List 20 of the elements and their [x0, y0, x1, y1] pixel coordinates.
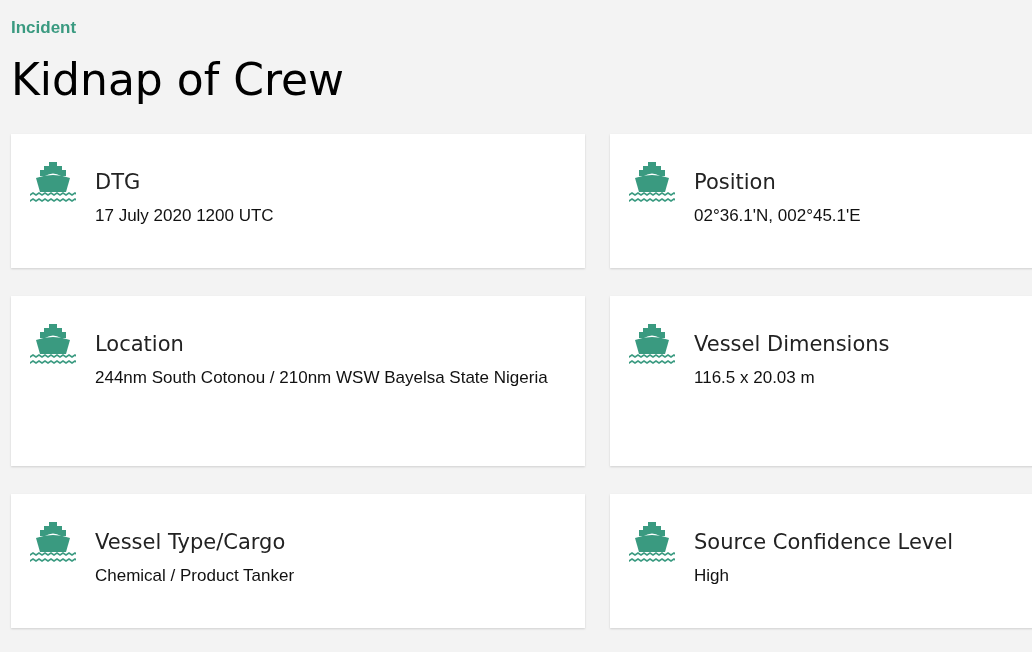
ship-icon [30, 522, 76, 565]
card-label: DTG [95, 170, 142, 195]
eyebrow-label: Incident [11, 18, 78, 38]
card-value: 244nm South Cotonou / 210nm WSW Bayelsa State Nigeria [95, 367, 548, 390]
card-value: 02°36.1'N, 002°45.1'E [694, 205, 861, 228]
card-value: Chemical / Product Tanker [95, 565, 295, 588]
card-label: Location [95, 332, 185, 357]
card-label: Position [694, 170, 777, 195]
ship-icon [30, 324, 76, 367]
ship-icon [30, 162, 76, 205]
ship-icon [629, 324, 675, 367]
card-label: Vessel Type/Cargo [95, 530, 287, 555]
card-label: Vessel Dimensions [694, 332, 890, 357]
card-value: High [694, 565, 730, 588]
page-title: Kidnap of Crew [11, 56, 346, 105]
ship-icon [629, 162, 675, 205]
ship-icon [629, 522, 675, 565]
card-label: Source Confidence Level [694, 530, 953, 555]
card-value: 17 July 2020 1200 UTC [95, 205, 274, 228]
card-value: 116.5 x 20.03 m [694, 367, 816, 390]
